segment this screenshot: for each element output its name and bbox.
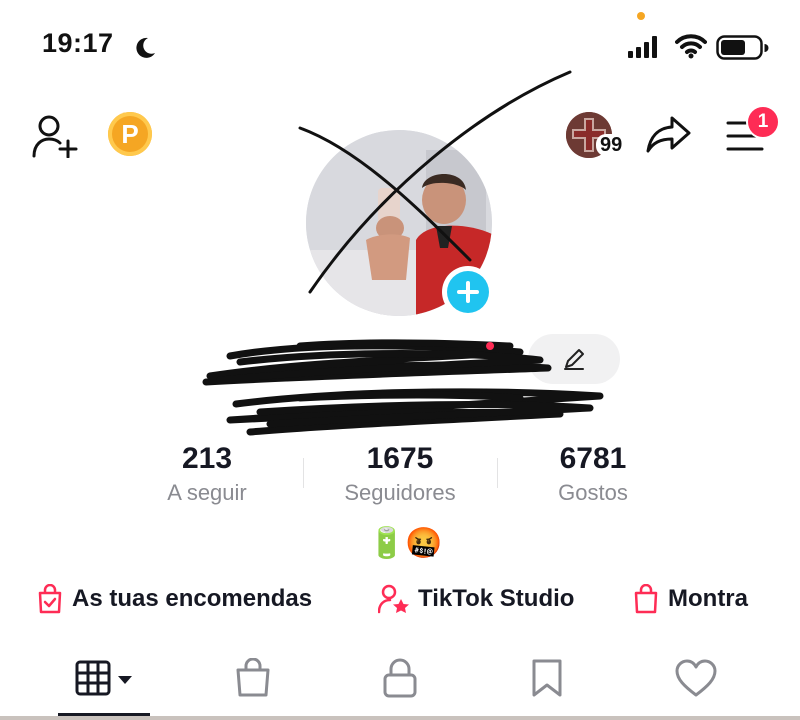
lock-icon: [383, 658, 417, 698]
shopping-bag-check-icon: [38, 584, 62, 614]
pencil-icon: [564, 349, 584, 370]
profile-visitors-count: 99: [596, 134, 627, 156]
plus-icon: [447, 271, 489, 313]
tab-shop[interactable]: [234, 657, 272, 703]
caret-down-icon: [118, 676, 132, 684]
bookmark-icon: [532, 659, 562, 697]
tab-videos[interactable]: [74, 658, 136, 703]
likes-count: 6781: [559, 442, 627, 475]
followers-stat[interactable]: 1675 Seguidores: [305, 440, 495, 508]
profile-bio: 🔋🤬: [368, 527, 443, 560]
likes-label: Gostos: [558, 480, 628, 505]
heart-icon: [675, 659, 717, 697]
privacy-indicator-dot: [637, 12, 645, 20]
add-friend-icon[interactable]: [32, 114, 80, 158]
showcase-label: Montra: [668, 585, 748, 612]
tiktok-studio-label: TikTok Studio: [418, 585, 575, 612]
followers-count: 1675: [366, 442, 434, 475]
content-grid-preview: [0, 716, 800, 720]
stat-divider: [303, 458, 304, 488]
battery-icon: [716, 35, 769, 60]
edit-name-button[interactable]: [528, 334, 620, 384]
person-star-icon: [378, 584, 409, 614]
orders-link[interactable]: As tuas encomendas: [36, 584, 312, 614]
grid-icon: [75, 660, 132, 696]
status-time: 19:17: [42, 28, 114, 58]
wifi-icon: [675, 34, 707, 59]
tab-liked[interactable]: [674, 658, 718, 703]
orders-link-label: As tuas encomendas: [72, 585, 313, 612]
following-stat[interactable]: 213 A seguir: [112, 440, 302, 508]
share-icon[interactable]: [646, 114, 692, 154]
add-avatar-button[interactable]: [442, 266, 494, 318]
following-count: 213: [181, 442, 233, 475]
tab-saved[interactable]: [530, 658, 564, 703]
signal-icon: [628, 36, 657, 58]
coin-icon[interactable]: P: [108, 112, 152, 156]
followers-label: Seguidores: [344, 480, 456, 505]
likes-stat[interactable]: 6781 Gostos: [498, 440, 688, 508]
following-label: A seguir: [167, 480, 247, 505]
menu-notification-badge: 1: [746, 105, 780, 139]
moon-icon: [136, 37, 155, 58]
showcase-link[interactable]: Montra: [632, 584, 748, 614]
bag-icon: [236, 657, 270, 697]
shopping-bag-icon: [634, 584, 658, 614]
tiktok-studio-link[interactable]: TikTok Studio: [378, 584, 574, 614]
tab-private[interactable]: [382, 658, 418, 703]
